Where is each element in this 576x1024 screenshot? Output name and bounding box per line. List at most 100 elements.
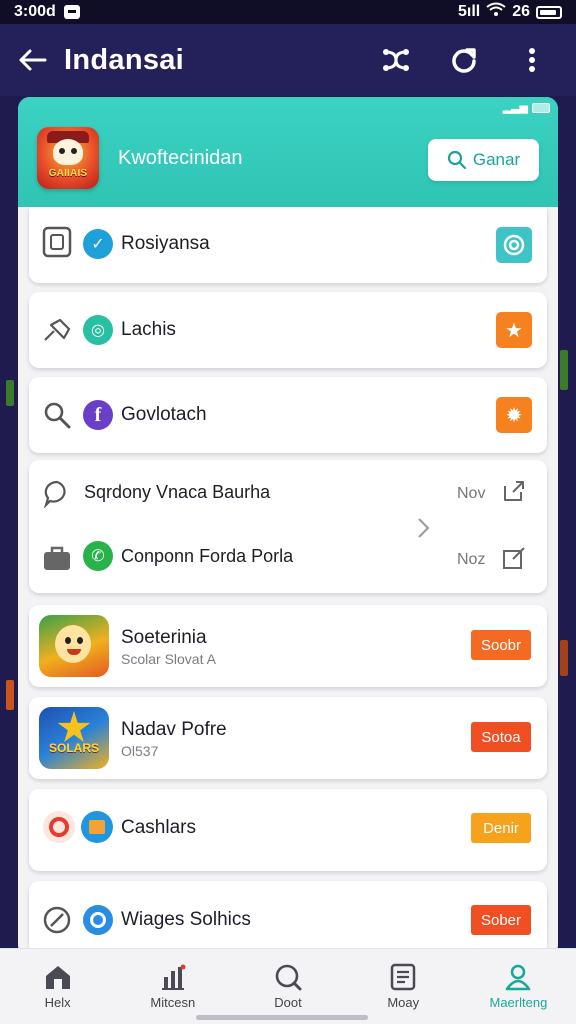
game-thumbnail [39,615,109,677]
game-subtitle: Ol537 [121,743,159,759]
app-bar: Indansai [0,24,576,96]
header-title: Kwoftecinidan [118,147,243,169]
pin-icon [42,315,72,345]
logo-text: GAIIAIS [48,168,88,179]
game-character-eye [77,637,83,644]
main-panel: ▂▃▅ GAIIAIS Kwoftecinidan Ganar ✓ Rosiya… [18,97,558,957]
edit-icon[interactable] [501,545,527,571]
activity-card: Sqrdony Vnaca Baurha Nov ✆ Conponn Forda… [29,460,547,593]
ganar-button-label: Ganar [472,150,521,169]
list-item-govlotach[interactable]: f Govlotach ✹ [29,377,547,453]
nav-label: Helx [44,995,71,1010]
game-title: Cashlars [121,817,196,838]
chat-icon: ◎ [83,315,113,345]
status-time: 3:00d [14,3,56,20]
activity-label: Conponn Forda Porla [121,546,294,566]
nav-item-moay[interactable]: Moay [346,949,461,1024]
game-item[interactable]: Cashlars Denir [29,789,547,871]
game-character-eye [65,637,71,644]
page-title: Indansai [64,43,185,76]
app-header-card: ▂▃▅ GAIIAIS Kwoftecinidan Ganar [18,97,558,207]
ganar-button[interactable]: Ganar [428,139,539,181]
nav-item-helx[interactable]: Helx [0,949,115,1024]
battery-icon [536,5,562,19]
arrow-left-icon [19,49,47,71]
app-logo[interactable]: GAIIAIS [37,127,99,189]
check-badge-icon: ✓ [83,229,113,259]
activity-item[interactable]: Sqrdony Vnaca Baurha Nov [29,460,547,526]
more-options-button[interactable] [498,24,566,96]
list-item-label: Rosiyansa [121,233,210,254]
home-icon [45,966,70,989]
game-action-button[interactable]: Sotoa [471,722,531,752]
nav-label: Moay [387,995,420,1010]
activity-meta: Noz [457,551,486,568]
game-icon-blue-square [89,820,105,834]
search-icon [42,400,72,430]
game-star-shape [57,711,91,742]
list-item-lachis[interactable]: ◎ Lachis ★ [29,292,547,368]
target-icon [83,905,113,935]
game-title: Nadav Pofre [121,719,227,740]
facebook-icon: f [83,400,113,430]
game-icon-red-ring [49,817,69,837]
game-action-button[interactable]: Soobr [471,630,531,660]
shuffle-icon [383,49,409,71]
game-icon-red [43,811,75,843]
person-icon [506,964,531,991]
briefcase-icon [42,543,72,573]
nav-item-mitcesn[interactable]: Mitcesn [115,949,230,1024]
logo-character [53,139,83,165]
nav-item-maerlteng[interactable]: Maerlteng [461,949,576,1024]
target-icon[interactable] [496,227,532,263]
game-item[interactable]: SOLARS Nadav Pofre Ol537 Sotoa [29,697,547,779]
home-indicator[interactable] [196,1015,368,1020]
signal-bars-icon: ▂▃▅ [502,102,528,114]
game-action-button[interactable]: Sober [471,905,531,935]
back-button[interactable] [0,24,64,96]
nav-item-doot[interactable]: Doot [230,949,345,1024]
bottom-nav: Helx Mitcesn Doot Moay Maerlteng [0,948,576,1024]
search-icon [275,964,302,991]
game-thumbnail: SOLARS [39,707,109,769]
status-left: 3:00d [14,3,80,21]
phone-icon: ✆ [83,541,113,571]
wifi-icon [486,2,506,23]
game-title: Soeterinia [121,627,207,648]
tablet-icon [42,226,72,258]
game-icon-blue [81,811,113,843]
more-vert-icon [529,48,535,72]
document-icon [390,963,416,991]
bg-decor-right-2 [560,640,568,676]
activity-item[interactable]: ✆ Conponn Forda Porla Noz [29,527,547,593]
nav-label: Maerlteng [489,995,548,1010]
chat-bubble-icon [42,478,72,508]
game-character [55,625,91,663]
bg-decor-left [6,380,14,406]
list-item-label: Govlotach [121,404,207,425]
status-right: 5ıll 26 [458,2,562,23]
bg-decor-right [560,350,568,390]
game-item[interactable]: Soeterinia Scolar Slovat A Soobr [29,605,547,687]
chart-icon [161,964,186,990]
gear-icon[interactable]: ✹ [496,397,532,433]
shuffle-button[interactable] [362,24,430,96]
mini-battery-icon [532,102,550,113]
list-item-rosiyansa[interactable]: ✓ Rosiyansa [29,207,547,283]
target-icon-ring [90,912,106,928]
activity-meta: Nov [457,485,486,502]
search-icon [447,150,466,170]
game-item[interactable]: Wiages Solhics Sober [29,881,547,957]
refresh-icon [452,48,476,73]
game-subtitle: Scolar Slovat A [121,651,216,667]
signal-text: 5ıll [457,3,481,20]
share-icon[interactable] [501,478,527,504]
status-clock: 26 [512,3,530,20]
activity-label: Sqrdony Vnaca Baurha [84,482,271,502]
nav-label: Mitcesn [150,995,196,1010]
star-icon[interactable]: ★ [496,312,532,348]
refresh-button[interactable] [430,24,498,96]
game-action-button[interactable]: Denir [471,813,531,843]
list-item-label: Lachis [121,319,176,340]
header-mini-status: ▂▃▅ [503,101,550,114]
